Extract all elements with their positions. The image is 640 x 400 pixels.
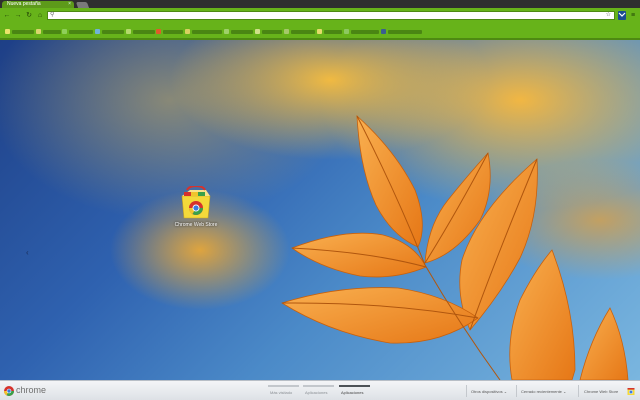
webstore-mini-icon[interactable] — [627, 387, 635, 395]
leaves-image — [281, 115, 629, 380]
recently-closed-label: Cerrado recientemente — [521, 389, 562, 394]
back-button[interactable]: ← — [3, 11, 11, 20]
address-input[interactable] — [58, 12, 598, 19]
tab-close-button[interactable]: × — [68, 1, 71, 8]
ntp-background: ‹ Chrome Web Store — [0, 40, 640, 380]
bookmark-item[interactable] — [317, 28, 342, 35]
divider — [466, 385, 467, 397]
bookmark-item[interactable] — [284, 28, 315, 35]
forward-button[interactable]: → — [14, 11, 22, 20]
bookmark-item[interactable] — [126, 28, 155, 35]
bookmark-item[interactable] — [156, 28, 183, 35]
home-button[interactable]: ⌂ — [36, 11, 44, 20]
bookmark-item[interactable] — [5, 28, 34, 35]
page-switcher-apps-1[interactable] — [303, 385, 334, 387]
page-label-apps-2[interactable]: Aplicaciones — [341, 390, 363, 395]
divider — [578, 385, 579, 397]
page-label-apps-1[interactable]: Aplicaciones — [305, 390, 327, 395]
divider — [516, 385, 517, 397]
bookmark-item[interactable] — [95, 28, 124, 35]
chevron-down-icon: ⌄ — [563, 389, 567, 394]
bookmark-item[interactable] — [185, 28, 222, 35]
bookmark-star-button[interactable]: ☆ — [606, 12, 611, 19]
webstore-link[interactable]: Chrome Web Store — [584, 389, 618, 394]
tab-strip: Nueva pestaña × — [0, 0, 640, 8]
extension-icon[interactable] — [618, 11, 626, 20]
app-chrome-web-store[interactable]: Chrome Web Store — [168, 186, 224, 228]
search-icon: ⚲ — [50, 12, 55, 18]
chrome-wordmark: chrome — [16, 385, 47, 395]
bookmark-item[interactable] — [255, 28, 282, 35]
webstore-icon — [181, 186, 211, 219]
chrome-logo-icon — [4, 386, 14, 396]
tab-title: Nueva pestaña — [7, 1, 41, 7]
page-switcher-apps-2[interactable] — [339, 385, 370, 387]
bookmarks-bar — [0, 24, 640, 40]
bookmark-item[interactable] — [344, 28, 379, 35]
reload-button[interactable]: ↻ — [25, 11, 33, 20]
page-switcher-most-visited[interactable] — [268, 385, 299, 387]
app-label: Chrome Web Store — [174, 222, 218, 228]
bookmark-item[interactable] — [224, 28, 253, 35]
chevron-down-icon: ⌄ — [503, 389, 508, 394]
tab-new-tab[interactable]: Nueva pestaña × — [2, 1, 74, 8]
bookmark-item[interactable] — [36, 28, 61, 35]
other-devices-menu[interactable]: Otros dispositivos ⌄ — [471, 389, 507, 394]
page-label-most-visited[interactable]: Más visitado — [270, 390, 292, 395]
bookmark-item[interactable] — [381, 28, 422, 35]
toolbar: ← → ↻ ⌂ ⚲ ☆ ≡ — [0, 8, 640, 24]
ntp-footer: chrome Más visitado Aplicaciones Aplicac… — [0, 380, 640, 400]
omnibox[interactable]: ⚲ ☆ — [47, 11, 615, 20]
chevron-left-icon[interactable]: ‹ — [26, 248, 29, 257]
other-devices-label: Otros dispositivos — [471, 389, 503, 394]
recently-closed-menu[interactable]: Cerrado recientemente ⌄ — [521, 389, 566, 394]
bookmark-item[interactable] — [62, 28, 93, 35]
wrench-menu-button[interactable]: ≡ — [629, 11, 637, 20]
